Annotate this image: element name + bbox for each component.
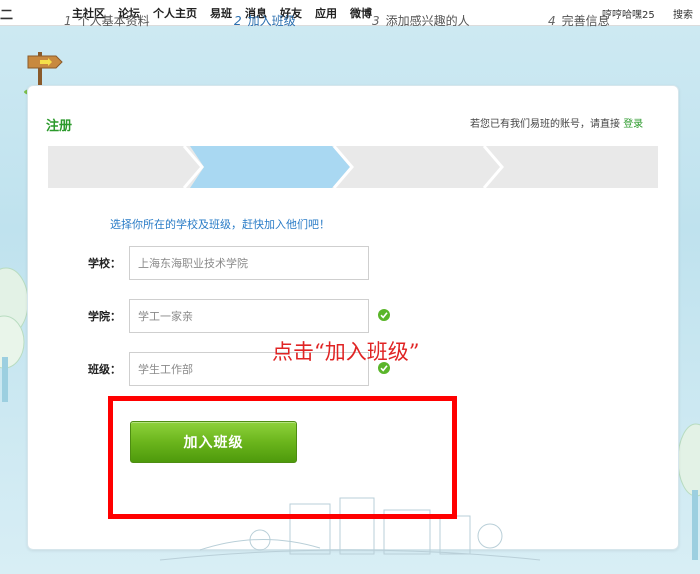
step-3: 3 添加感兴趣的人 bbox=[372, 0, 470, 42]
step-divider-icon bbox=[482, 146, 504, 188]
step-number: 3 bbox=[372, 14, 380, 28]
search-link[interactable]: 搜索 bbox=[673, 6, 693, 21]
step-label: 完善信息 bbox=[561, 14, 610, 28]
step-divider-icon bbox=[332, 146, 354, 188]
nav-item-apps[interactable]: 应用 bbox=[315, 5, 337, 21]
tree-decoration-icon bbox=[0, 267, 28, 402]
step-divider-icon bbox=[182, 146, 204, 188]
nav-item-profile[interactable]: 个人主页 bbox=[153, 5, 197, 21]
login-link[interactable]: 登录 bbox=[623, 119, 643, 130]
tree-decoration-icon bbox=[678, 423, 700, 560]
school-input[interactable] bbox=[129, 246, 369, 280]
annotation-text: 点击“加入班级” bbox=[272, 340, 420, 364]
step-number: 2 bbox=[234, 14, 242, 28]
college-input[interactable] bbox=[129, 299, 369, 333]
step-1: 1 个人基本资料 bbox=[64, 0, 150, 42]
intro-text: 选择你所在的学校及班级，赶快加入他们吧！ bbox=[110, 218, 330, 231]
school-label: 学校： bbox=[88, 257, 121, 270]
step-number: 1 bbox=[64, 14, 72, 28]
nav-item-weibo[interactable]: 微博 bbox=[350, 5, 372, 21]
step-2-active: 2 加入班级 bbox=[234, 0, 296, 42]
login-hint: 若您已有我们易班的账号，请直接 登录 bbox=[470, 115, 643, 130]
class-label: 班级： bbox=[88, 363, 121, 376]
active-step-highlight bbox=[190, 146, 350, 188]
step-label: 添加感兴趣的人 bbox=[385, 14, 470, 28]
step-label: 个人基本资料 bbox=[77, 14, 150, 28]
nav-item-yiban[interactable]: 易班 bbox=[210, 5, 232, 21]
step-label: 加入班级 bbox=[247, 14, 296, 28]
step-4: 4 完善信息 bbox=[548, 0, 610, 42]
check-icon bbox=[378, 309, 390, 321]
join-class-button[interactable]: 加入班级 bbox=[130, 421, 297, 463]
step-number: 4 bbox=[548, 14, 556, 28]
site-logo[interactable]: 二 bbox=[0, 4, 13, 23]
college-label: 学院： bbox=[88, 310, 121, 323]
login-hint-text: 若您已有我们易班的账号，请直接 bbox=[470, 119, 620, 130]
page-title: 注册 bbox=[46, 119, 73, 134]
